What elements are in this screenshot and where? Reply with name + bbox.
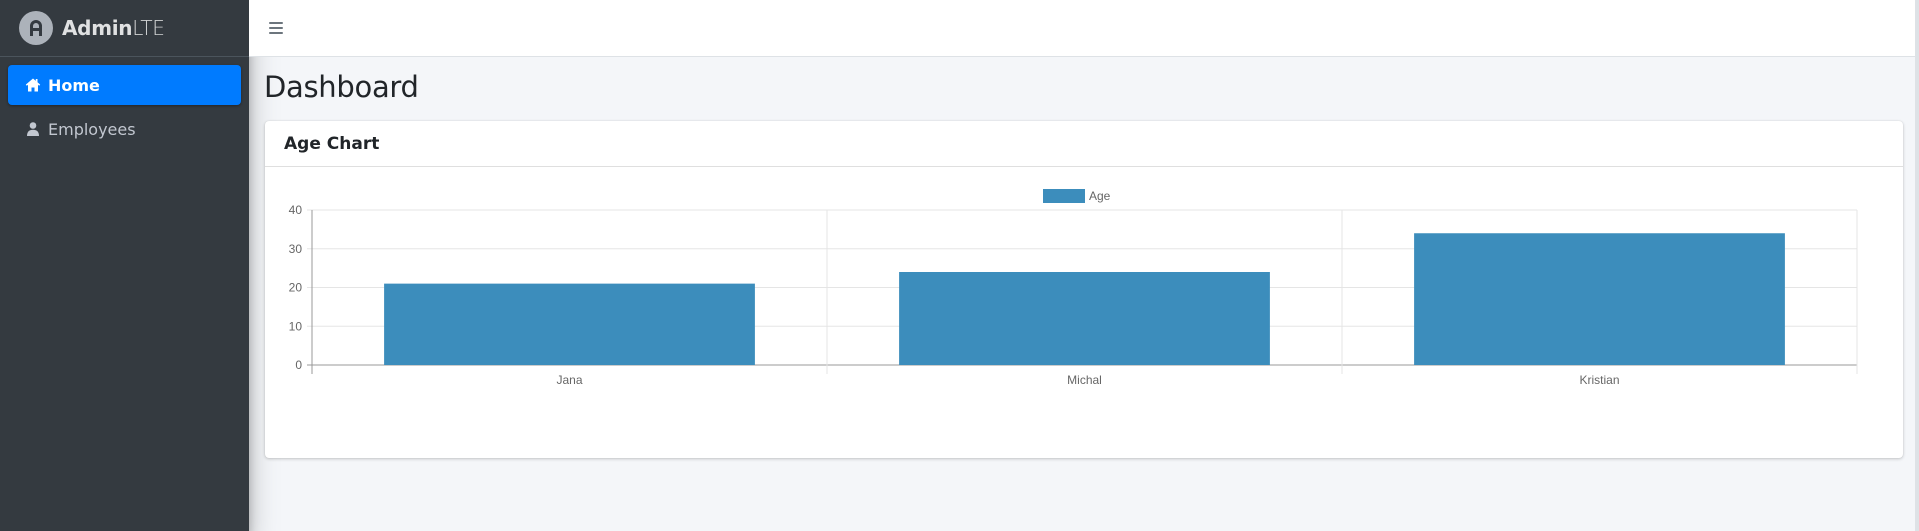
card-body: Age 0 10 20 30 40 Jana Michal Kristian xyxy=(265,167,1903,457)
brand-text: AdminLTE xyxy=(62,16,165,40)
user-icon xyxy=(24,120,42,138)
brand-link[interactable]: AdminLTE xyxy=(0,0,249,57)
x-tick-label: Jana xyxy=(556,373,582,387)
brand-name-bold: Admin xyxy=(62,16,133,40)
home-icon xyxy=(24,76,42,94)
top-navbar xyxy=(249,0,1915,57)
brand-name-light: LTE xyxy=(132,16,165,40)
y-tick-label: 40 xyxy=(289,203,303,217)
brand-logo-icon xyxy=(19,11,53,45)
sidebar-item-label: Home xyxy=(48,75,100,95)
sidebar: AdminLTE Home Employees xyxy=(0,0,249,531)
bar-jana xyxy=(384,283,755,365)
bar-chart: 0 10 20 30 40 Jana Michal Kristian xyxy=(289,203,1858,387)
bar-michal xyxy=(899,272,1270,365)
x-tick-label: Michal xyxy=(1067,373,1102,387)
age-chart-card: Age Chart Age 0 10 20 30 40 Jana Michal Kristia… xyxy=(265,121,1903,458)
scrollbar[interactable] xyxy=(1915,0,1919,531)
x-tick-label: Kristian xyxy=(1579,373,1619,387)
card-header: Age Chart xyxy=(265,121,1903,167)
y-tick-label: 30 xyxy=(289,242,303,256)
y-tick-label: 0 xyxy=(295,358,302,372)
y-tick-label: 20 xyxy=(289,281,303,295)
sidebar-item-home[interactable]: Home xyxy=(8,65,241,105)
sidebar-item-label: Employees xyxy=(48,119,136,139)
card-title: Age Chart xyxy=(284,133,380,154)
page-title: Dashboard xyxy=(264,70,419,104)
y-tick-label: 10 xyxy=(289,319,303,333)
sidebar-item-employees[interactable]: Employees xyxy=(8,109,241,149)
bar-kristian xyxy=(1414,233,1785,365)
sidebar-nav: Home Employees xyxy=(0,57,249,149)
hamburger-menu-icon[interactable] xyxy=(269,17,291,39)
